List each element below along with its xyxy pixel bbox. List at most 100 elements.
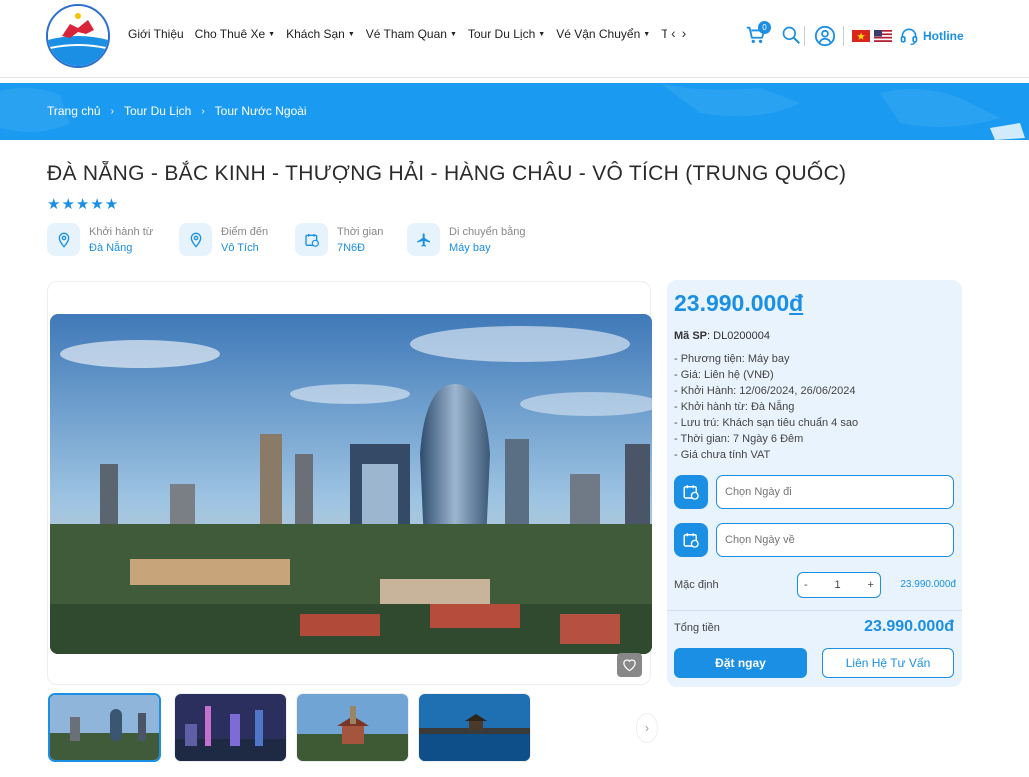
tour-specs: - Phương tiện: Máy bay - Giá: Liên hệ (V…: [674, 351, 858, 463]
nav-item-label: T: [661, 27, 668, 41]
spec-line: - Khởi hành từ: Đà Nẵng: [674, 401, 795, 413]
chevron-right-icon: ›: [110, 105, 114, 117]
caret-down-icon: ▼: [643, 30, 651, 38]
header-divider: [843, 26, 844, 46]
breadcrumb: Trang chủ › Tour Du Lịch › Tour Nước Ngo…: [47, 104, 307, 118]
main-nav: Giới Thiệu Cho Thuê Xe ▼ Khách Sạn ▼ Vé Tham …: [128, 27, 678, 41]
hotline-link[interactable]: Hotline: [923, 29, 964, 43]
location-pin-icon: [47, 223, 80, 256]
info-label: Điểm đến: [221, 225, 269, 238]
departure-date-group: [674, 475, 954, 509]
price-currency: đ: [789, 290, 804, 316]
site-header: Giới Thiệu Cho Thuê Xe ▼ Khách Sạn ▼ Vé Tham …: [0, 0, 1029, 78]
caret-down-icon: ▼: [347, 30, 355, 38]
calendar-icon[interactable]: [674, 523, 708, 557]
info-value: Đà Nẵng: [89, 241, 133, 254]
nav-item-label: Vé Vận Chuyển: [556, 27, 641, 41]
gallery-thumb-1[interactable]: [48, 693, 161, 762]
gallery-thumb-2[interactable]: [174, 693, 287, 762]
cart-count-badge: 0: [758, 21, 771, 34]
nav-item-label: Cho Thuê Xe: [194, 27, 266, 41]
qty-minus-button[interactable]: -: [804, 579, 808, 591]
heart-icon[interactable]: [617, 653, 642, 677]
headset-icon[interactable]: [899, 26, 919, 51]
calendar-icon[interactable]: [674, 475, 708, 509]
return-date-input[interactable]: [716, 523, 954, 557]
caret-down-icon: ▼: [268, 30, 276, 38]
spec-line: - Thời gian: 7 Ngày 6 Đêm: [674, 433, 804, 445]
info-value: Vô Tích: [221, 241, 259, 254]
search-icon[interactable]: [781, 25, 801, 50]
nav-next-icon[interactable]: ›: [682, 25, 693, 41]
price-value: 23.990.000: [674, 290, 790, 316]
info-duration: Thời gian 7N6Đ: [295, 223, 383, 256]
cart-icon[interactable]: 0: [745, 21, 771, 51]
departure-date-input[interactable]: [716, 475, 954, 509]
caret-down-icon: ▼: [449, 30, 457, 38]
caret-down-icon: ▼: [538, 30, 546, 38]
return-date-group: [674, 523, 954, 557]
product-code: Mã SP: DL0200004: [674, 330, 770, 342]
breadcrumb-tour[interactable]: Tour Du Lịch: [124, 104, 191, 118]
calendar-clock-icon: [295, 223, 328, 256]
page-title: ĐÀ NẴNG - BẮC KINH - THƯỢNG HẢI - HÀNG C…: [47, 162, 847, 185]
nav-item[interactable]: Giới Thiệu: [128, 27, 184, 41]
image-gallery: [47, 281, 652, 685]
info-transport: Di chuyển bằng Máy bay: [407, 223, 525, 256]
gallery-next-button[interactable]: ›: [636, 713, 658, 743]
nav-prev-icon[interactable]: ‹: [671, 25, 682, 41]
panel-divider: [667, 610, 962, 611]
total-value: 23.990.000đ: [864, 618, 954, 635]
tour-price: 23.990.000đ: [674, 290, 803, 317]
chevron-right-icon: ›: [201, 105, 205, 117]
breadcrumb-banner: Trang chủ › Tour Du Lịch › Tour Nước Ngo…: [0, 83, 1029, 140]
spec-line: - Phương tiện: Máy bay: [674, 353, 790, 365]
logo-emblem-icon: [48, 6, 108, 66]
total-label: Tổng tiền: [674, 622, 720, 634]
info-label: Khởi hành từ: [89, 225, 154, 238]
airplane-icon: [407, 223, 440, 256]
location-pin-icon: [179, 223, 212, 256]
qty-plus-button[interactable]: +: [868, 579, 874, 591]
info-label: Di chuyển bằng: [449, 225, 526, 238]
nav-item-label: Vé Tham Quan: [365, 27, 447, 41]
sku-value: : DL0200004: [707, 330, 771, 342]
nav-item[interactable]: T: [661, 27, 667, 41]
book-now-button[interactable]: Đặt ngay: [674, 648, 807, 678]
nav-item[interactable]: Tour Du Lịch ▼: [468, 27, 545, 41]
main-tour-image[interactable]: [50, 314, 652, 654]
gallery-thumb-4[interactable]: [418, 693, 531, 762]
us-flag-icon[interactable]: [874, 29, 892, 42]
quantity-stepper: - 1 +: [797, 572, 881, 598]
breadcrumb-home[interactable]: Trang chủ: [47, 104, 101, 118]
nav-item[interactable]: Vé Tham Quan ▼: [366, 27, 457, 41]
quantity-row: Mặc định - 1 + 23.990.000đ: [674, 572, 956, 598]
nav-item-label: Khách Sạn: [286, 27, 345, 41]
contact-consult-button[interactable]: Liên Hệ Tư Vấn: [822, 648, 954, 678]
spec-line: - Khởi Hành: 12/06/2024, 26/06/2024: [674, 385, 856, 397]
company-logo[interactable]: [46, 4, 110, 68]
nav-item[interactable]: Khách Sạn ▼: [286, 27, 355, 41]
info-departure: Khởi hành từ Đà Nẵng: [47, 223, 153, 256]
booking-panel: 23.990.000đ Mã SP: DL0200004 - Phương ti…: [667, 280, 962, 687]
info-destination: Điểm đến Vô Tích: [179, 223, 268, 256]
vietnam-flag-icon[interactable]: [852, 29, 870, 42]
breadcrumb-current[interactable]: Tour Nước Ngoài: [215, 104, 307, 118]
gallery-thumb-3[interactable]: [296, 693, 409, 762]
nav-item[interactable]: Vé Vận Chuyển ▼: [556, 27, 650, 41]
header-divider: [804, 26, 805, 46]
nav-item-label: Giới Thiệu: [128, 27, 184, 41]
rating-stars: ★★★★★: [47, 196, 120, 213]
qty-subtotal: 23.990.000đ: [900, 579, 956, 590]
nav-arrows: ‹›: [671, 25, 692, 41]
nav-item[interactable]: Cho Thuê Xe ▼: [195, 27, 275, 41]
info-label: Thời gian: [337, 225, 384, 238]
spec-line: - Giá chưa tính VAT: [674, 449, 771, 461]
spec-line: - Giá: Liên hệ (VNĐ): [674, 369, 774, 381]
qty-value[interactable]: 1: [835, 579, 841, 591]
quantity-label: Mặc định: [674, 579, 719, 591]
user-icon[interactable]: [814, 25, 836, 52]
sku-label: Mã SP: [674, 330, 708, 342]
info-value: 7N6Đ: [337, 241, 366, 254]
spec-line: - Lưu trú: Khách sạn tiêu chuẩn 4 sao: [674, 417, 859, 429]
